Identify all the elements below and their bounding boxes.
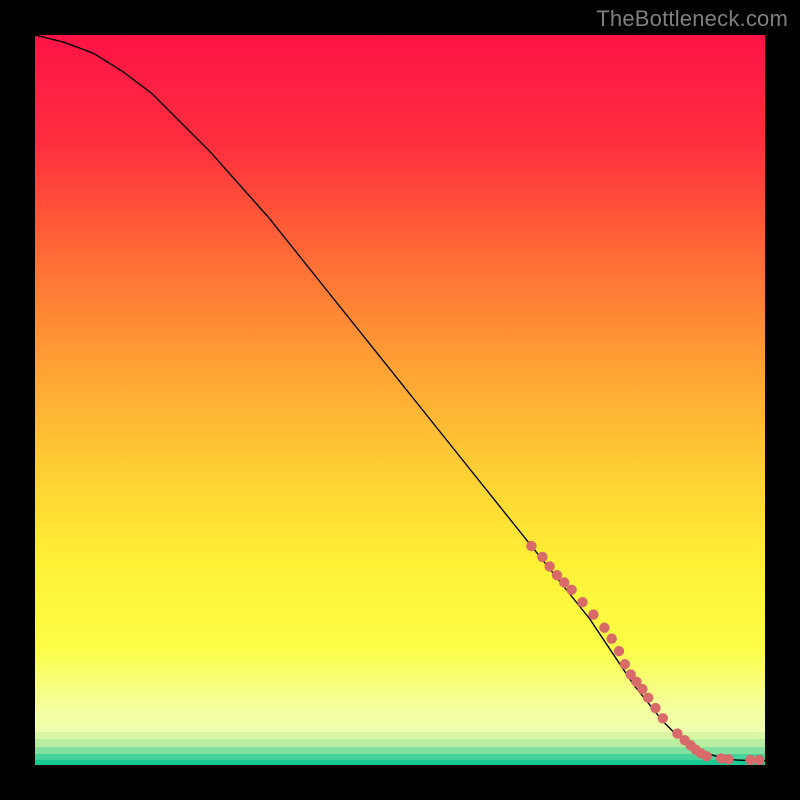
data-point-marker bbox=[650, 703, 660, 713]
data-point-marker bbox=[526, 541, 536, 551]
data-point-marker bbox=[537, 552, 547, 562]
data-point-marker bbox=[754, 755, 764, 765]
data-point-marker bbox=[544, 561, 554, 571]
chart-svg bbox=[35, 35, 765, 765]
data-point-marker bbox=[620, 659, 630, 669]
data-point-marker bbox=[643, 693, 653, 703]
data-point-marker bbox=[566, 585, 576, 595]
chart-plot-area bbox=[35, 35, 765, 765]
data-point-marker bbox=[577, 597, 587, 607]
data-point-marker bbox=[637, 684, 647, 694]
data-point-marker bbox=[588, 609, 598, 619]
data-point-marker bbox=[599, 623, 609, 633]
data-point-marker bbox=[723, 754, 733, 764]
marker-group bbox=[526, 541, 764, 765]
curve-path bbox=[35, 35, 765, 761]
data-point-marker bbox=[614, 646, 624, 656]
data-point-marker bbox=[701, 751, 711, 761]
watermark-text: TheBottleneck.com bbox=[596, 6, 788, 32]
data-point-marker bbox=[658, 713, 668, 723]
data-point-marker bbox=[607, 634, 617, 644]
